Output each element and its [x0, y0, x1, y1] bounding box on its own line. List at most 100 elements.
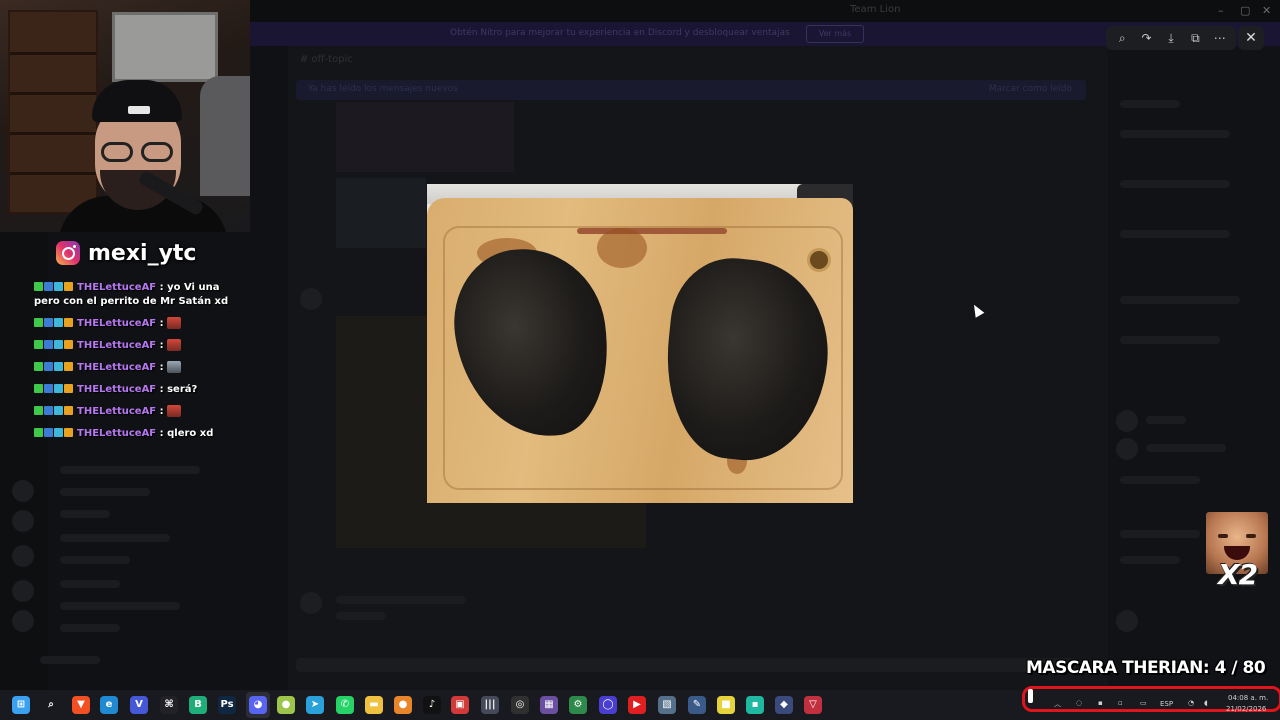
cutting-board — [427, 198, 853, 503]
banner-text: Obtén Nitro para mejorar tu experiencia … — [450, 28, 790, 38]
channel-item[interactable] — [60, 466, 200, 474]
member-name — [1146, 444, 1226, 452]
streamer-cap — [92, 80, 182, 122]
channel-item[interactable] — [60, 510, 110, 518]
title-bar: Team Lion – ▢ ✕ — [250, 0, 1280, 22]
mark-read-button[interactable]: Marcar como leído — [989, 84, 1072, 94]
tray-app-icon[interactable]: ▭ — [1140, 699, 1147, 707]
cap-logo — [128, 106, 150, 114]
brave-icon[interactable]: ▼ — [72, 696, 90, 714]
tray-app-icon[interactable]: ▪ — [1098, 699, 1103, 707]
counter-separator: / — [1231, 658, 1238, 678]
photoshop-icon[interactable]: Ps — [218, 696, 236, 714]
app-purple-icon[interactable]: ▦ — [540, 696, 558, 714]
channel-item[interactable] — [60, 580, 120, 588]
chat-text: qlero xd — [167, 428, 214, 439]
chat-username: THELettuceAF — [77, 340, 157, 351]
app-blue-circle-icon[interactable]: ◯ — [599, 696, 617, 714]
app-triangle-icon[interactable]: ▽ — [804, 696, 822, 714]
tray-app-icon[interactable]: ◌ — [1076, 699, 1082, 707]
forward-icon[interactable]: ↷ — [1138, 29, 1156, 47]
capcut-icon[interactable]: ⌘ — [160, 696, 178, 714]
channel-item[interactable] — [60, 534, 170, 542]
chat-image[interactable] — [336, 102, 514, 172]
open-external-icon[interactable]: ⧉ — [1186, 29, 1204, 47]
chat-username: THELettuceAF — [77, 384, 157, 395]
search-icon[interactable]: ⌕ — [42, 696, 60, 714]
banner-button[interactable]: Ver más — [806, 25, 864, 43]
tray-app-icon[interactable]: ▫ — [1118, 699, 1123, 707]
download-icon[interactable]: ⤓ — [1162, 29, 1180, 47]
close-viewer-button[interactable]: ✕ — [1238, 26, 1264, 50]
android-icon[interactable]: ● — [277, 696, 295, 714]
chat-badges — [34, 426, 74, 440]
chat-text: será? — [167, 384, 198, 395]
discord-icon[interactable]: ◕ — [249, 696, 267, 714]
app-diamond-icon[interactable]: ◆ — [775, 696, 793, 714]
member-name — [1120, 476, 1200, 484]
more-icon[interactable]: ⋯ — [1211, 29, 1229, 47]
channel-item[interactable] — [60, 624, 120, 632]
member-name — [1120, 230, 1230, 238]
avatar — [12, 545, 34, 567]
app-orange-icon[interactable]: ● — [394, 696, 412, 714]
file-explorer-icon[interactable]: ▬ — [365, 696, 383, 714]
clock-date[interactable]: 21/02/2026 — [1226, 705, 1266, 713]
channel-item[interactable] — [60, 602, 180, 610]
channel-item[interactable] — [60, 488, 150, 496]
member-name — [1120, 556, 1180, 564]
youtube-music-icon[interactable]: ▶ — [628, 696, 646, 714]
maximize-icon[interactable]: ▢ — [1240, 4, 1250, 17]
avatar — [1116, 438, 1138, 460]
avatar — [300, 592, 322, 614]
tiktok-icon[interactable]: ♪ — [423, 696, 441, 714]
window-close-icon[interactable]: ✕ — [1262, 4, 1271, 17]
member-name — [1146, 416, 1186, 424]
new-messages-notice[interactable]: Ya has leído los mensajes nuevos Marcar … — [296, 80, 1086, 100]
wifi-icon[interactable]: ◔ — [1188, 699, 1194, 707]
telegram-icon[interactable]: ➤ — [306, 696, 324, 714]
chat-message: THELettuceAF : — [34, 338, 244, 353]
v-app-icon[interactable]: V — [130, 696, 148, 714]
chat-badges — [34, 382, 74, 396]
board-hole — [807, 248, 831, 272]
chat-badges — [34, 360, 74, 374]
chat-username: THELettuceAF — [77, 282, 157, 293]
zoom-icon[interactable]: ⌕ — [1113, 29, 1131, 47]
chat-message: THELettuceAF : — [34, 404, 244, 419]
whatsapp-icon[interactable]: ✆ — [336, 696, 354, 714]
pen-app-icon[interactable]: ✎ — [688, 696, 706, 714]
app-red-icon[interactable]: ▣ — [451, 696, 469, 714]
avatar — [12, 580, 34, 602]
sticky-notes-icon[interactable]: ■ — [717, 696, 735, 714]
wall-frame — [112, 12, 218, 82]
twitch-icon[interactable]: ▪ — [746, 696, 764, 714]
minimize-icon[interactable]: – — [1218, 4, 1224, 17]
clock-time[interactable]: 04:08 a. m. — [1228, 694, 1268, 702]
edge-icon[interactable]: e — [100, 696, 118, 714]
chat-message: THELettuceAF : qlero xd — [34, 426, 244, 441]
volume-icon[interactable]: ◖ — [1204, 699, 1208, 707]
audio-app-icon[interactable]: ||| — [481, 696, 499, 714]
image-app-icon[interactable]: ▧ — [658, 696, 676, 714]
chat-emote — [167, 339, 182, 351]
glasses — [97, 142, 177, 162]
chat-username: THELettuceAF — [77, 428, 157, 439]
chat-image[interactable] — [336, 178, 426, 248]
tray-chevron-icon[interactable]: ︿ — [1054, 699, 1061, 709]
chat-message: THELettuceAF : — [34, 360, 244, 375]
chat-message: THELettuceAF : — [34, 316, 244, 331]
goal-progress-indicator — [1028, 689, 1033, 703]
app-green-icon[interactable]: ⚙ — [569, 696, 587, 714]
windows-start-icon[interactable]: ⊞ — [12, 696, 30, 714]
avatar — [1116, 610, 1138, 632]
language-indicator[interactable]: ESP — [1160, 700, 1173, 708]
whatsapp-business-icon[interactable]: B — [189, 696, 207, 714]
member-name — [1120, 130, 1230, 138]
obs-icon[interactable]: ◎ — [511, 696, 529, 714]
channel-item[interactable] — [60, 556, 130, 564]
message-input[interactable] — [296, 658, 1076, 672]
avatar — [300, 288, 322, 310]
instagram-username: mexi_ytc — [88, 240, 197, 266]
message-line — [336, 596, 466, 604]
